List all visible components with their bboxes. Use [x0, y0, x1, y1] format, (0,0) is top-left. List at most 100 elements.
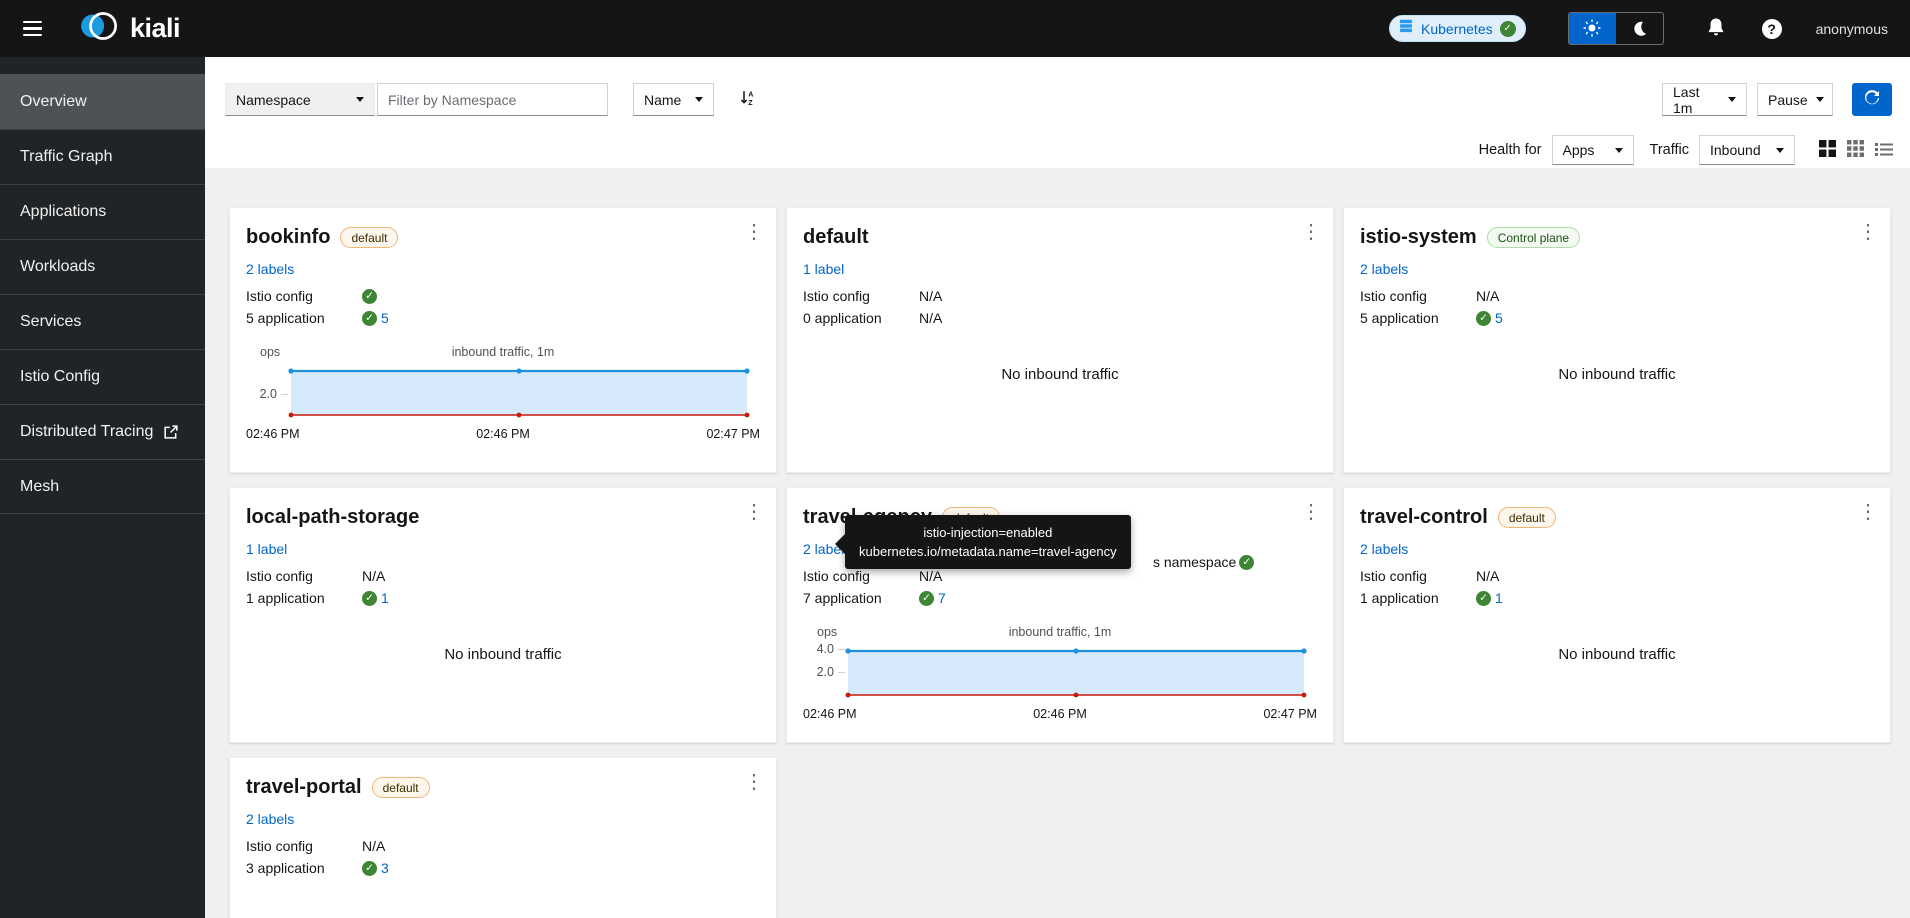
namespace-title: default	[803, 226, 869, 249]
sidebar-item-label: Overview	[20, 93, 87, 111]
row-label: Istio config	[803, 288, 919, 304]
labels-link[interactable]: 2 labels	[1360, 261, 1408, 277]
application-health-row: 1 application✓1	[1360, 587, 1874, 609]
filter-type-value: Namespace	[236, 92, 311, 108]
health-for-label: Health for	[1479, 142, 1542, 158]
istio-config-row: Istio configN/A	[1360, 565, 1874, 587]
chevron-down-icon	[356, 97, 364, 102]
chart-title: inbound traffic, 1m	[246, 345, 760, 359]
kiali-logo[interactable]: kiali	[78, 7, 180, 50]
refresh-button[interactable]	[1852, 83, 1892, 116]
traffic-direction-select[interactable]: Inbound	[1699, 135, 1795, 165]
sidebar-item-distributed-tracing[interactable]: Distributed Tracing	[0, 404, 205, 459]
row-label: 3 application	[246, 860, 362, 876]
sync-icon	[1864, 90, 1880, 109]
row-label: 7 application	[803, 590, 919, 606]
y-tick-label: 2.0	[817, 665, 845, 679]
namespace-title: istio-system	[1360, 226, 1477, 249]
traffic-label: Traffic	[1650, 142, 1689, 158]
help-button[interactable]: ?	[1762, 19, 1782, 39]
namespace-title: bookinfo	[246, 226, 330, 249]
sort-order-button[interactable]: AZ	[736, 86, 760, 113]
notifications-button[interactable]	[1706, 17, 1726, 40]
labels-link[interactable]: 2 labels	[1360, 541, 1408, 557]
display-mode-list-button[interactable]	[1875, 141, 1893, 160]
cluster-healthy-icon: ✓	[1500, 21, 1516, 37]
namespace-badge: Control plane	[1487, 227, 1580, 248]
sidebar-item-applications[interactable]: Applications	[0, 184, 205, 239]
health-for-select[interactable]: Apps	[1552, 135, 1634, 165]
health-count-link[interactable]: 7	[938, 590, 946, 606]
namespace-card-local-path-storage: local-path-storage⋮1 labelIstio configN/…	[229, 487, 777, 743]
external-link-icon	[164, 425, 178, 439]
masthead: kiali Kubernetes ✓	[0, 0, 1910, 57]
labels-link[interactable]: 1 label	[803, 261, 844, 277]
health-count-link[interactable]: 1	[381, 590, 389, 606]
namespace-status-fragment: s namespace✓	[1153, 554, 1254, 570]
status-value: N/A	[1476, 568, 1499, 584]
x-tick-label: 02:46 PM	[476, 427, 530, 441]
kebab-menu-button[interactable]: ⋮	[744, 502, 764, 522]
sidebar-item-services[interactable]: Services	[0, 294, 205, 349]
theme-toggle	[1568, 12, 1664, 45]
sidebar-item-traffic-graph[interactable]: Traffic Graph	[0, 129, 205, 184]
sidebar-item-workloads[interactable]: Workloads	[0, 239, 205, 294]
sidebar-item-mesh[interactable]: Mesh	[0, 459, 205, 514]
sidebar-toggle-button[interactable]	[17, 15, 48, 43]
labels-link[interactable]: 1 label	[246, 541, 287, 557]
kebab-menu-button[interactable]: ⋮	[1858, 222, 1878, 242]
istio-config-row: Istio config✓	[246, 285, 760, 307]
application-health-row: 5 application✓5	[1360, 307, 1874, 329]
filter-type-select[interactable]: Namespace	[225, 83, 375, 116]
y-tick-label: 4.0	[817, 642, 845, 656]
healthy-icon: ✓	[919, 591, 934, 606]
namespace-card-bookinfo: bookinfodefault⋮2 labelsIstio config✓5 a…	[229, 207, 777, 473]
sidebar-item-label: Services	[20, 313, 81, 331]
display-mode-expand-button[interactable]	[1847, 140, 1864, 160]
sidebar-item-overview[interactable]: Overview	[0, 74, 205, 129]
namespace-badge: default	[1498, 507, 1556, 528]
dark-theme-button[interactable]	[1616, 13, 1663, 45]
healthy-icon: ✓	[362, 861, 377, 876]
kebab-menu-button[interactable]: ⋮	[1301, 502, 1321, 522]
no-inbound-traffic-text: No inbound traffic	[1344, 646, 1890, 663]
health-count-link[interactable]: 1	[1495, 590, 1503, 606]
x-tick-label: 02:46 PM	[803, 707, 857, 721]
svg-text:Z: Z	[748, 99, 753, 106]
health-count-link[interactable]: 3	[381, 860, 389, 876]
duration-select[interactable]: Last 1m	[1662, 83, 1747, 116]
status-value: N/A	[362, 838, 385, 854]
namespace-title: local-path-storage	[246, 506, 419, 529]
row-label: Istio config	[246, 838, 362, 854]
display-mode-compact-button[interactable]	[1819, 140, 1836, 160]
healthy-icon: ✓	[362, 311, 377, 326]
content-area: Namespace Name AZ Last 1m Pause	[205, 57, 1910, 918]
chevron-down-icon	[695, 97, 703, 102]
refresh-interval-select[interactable]: Pause	[1757, 83, 1833, 116]
inbound-traffic-sparkline: opsinbound traffic, 1m4.02.002:46 PM02:4…	[803, 625, 1317, 721]
cluster-icon	[1398, 18, 1414, 39]
user-menu[interactable]: anonymous	[1816, 21, 1888, 37]
row-label: 1 application	[246, 590, 362, 606]
istio-config-row: Istio configN/A	[246, 835, 760, 857]
health-count-link[interactable]: 5	[381, 310, 389, 326]
health-count-link[interactable]: 5	[1495, 310, 1503, 326]
labels-link[interactable]: 2 labels	[246, 811, 294, 827]
sort-by-select[interactable]: Name	[633, 83, 714, 116]
sidebar-item-istio-config[interactable]: Istio Config	[0, 349, 205, 404]
kebab-menu-button[interactable]: ⋮	[1858, 502, 1878, 522]
kebab-menu-button[interactable]: ⋮	[744, 772, 764, 792]
labels-link[interactable]: 2 labels	[246, 261, 294, 277]
kebab-menu-button[interactable]: ⋮	[744, 222, 764, 242]
sidebar-item-label: Mesh	[20, 478, 59, 496]
y-tick-label: 2.0	[260, 387, 288, 401]
status-value: N/A	[919, 568, 942, 584]
grid-compact-icon	[1819, 140, 1836, 160]
application-health-row: 0 applicationN/A	[803, 307, 1317, 329]
light-theme-button[interactable]	[1569, 13, 1616, 45]
namespace-filter-input[interactable]	[377, 83, 608, 116]
sun-icon	[1583, 19, 1601, 40]
kebab-menu-button[interactable]: ⋮	[1301, 222, 1321, 242]
status-value: N/A	[919, 310, 942, 326]
cluster-selector[interactable]: Kubernetes ✓	[1389, 15, 1526, 42]
